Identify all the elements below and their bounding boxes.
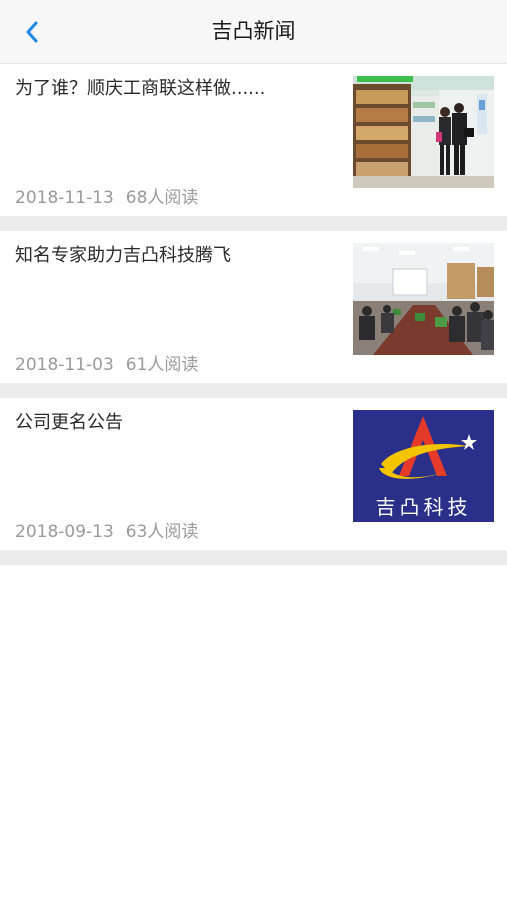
news-title: 为了谁？顺庆工商联这样做...... <box>15 78 266 99</box>
page-title: 吉凸新闻 <box>211 19 296 43</box>
list-separator <box>0 383 507 398</box>
logo-text: 吉凸科技 <box>376 495 472 519</box>
news-meta: 2018-09-13 63人阅读 <box>15 517 198 542</box>
news-thumbnail: 吉凸科技 <box>353 410 494 522</box>
bookstore-visit-photo <box>353 76 494 188</box>
news-item[interactable]: 公司更名公告 2018-09-13 63人阅读 吉凸科技 <box>0 398 507 550</box>
news-date: 2018-09-13 <box>15 522 114 542</box>
company-logo: 吉凸科技 <box>353 410 494 522</box>
news-date: 2018-11-03 <box>15 355 114 375</box>
top-nav-bar: 吉凸新闻 <box>0 0 507 64</box>
news-title: 公司更名公告 <box>15 412 123 433</box>
list-separator <box>0 216 507 231</box>
conference-meeting-photo <box>353 243 494 355</box>
news-meta: 2018-11-13 68人阅读 <box>15 183 198 208</box>
list-separator <box>0 550 507 565</box>
news-thumbnail <box>353 243 494 355</box>
news-list: 为了谁？顺庆工商联这样做...... 2018-11-13 68人阅读 知名专家… <box>0 64 507 565</box>
news-thumbnail <box>353 76 494 188</box>
news-title: 知名专家助力吉凸科技腾飞 <box>15 245 231 266</box>
news-item[interactable]: 知名专家助力吉凸科技腾飞 2018-11-03 61人阅读 <box>0 231 507 383</box>
news-read-count: 63人阅读 <box>125 522 199 542</box>
news-date: 2018-11-13 <box>15 188 114 208</box>
news-read-count: 61人阅读 <box>125 355 199 375</box>
news-item[interactable]: 为了谁？顺庆工商联这样做...... 2018-11-13 68人阅读 <box>0 64 507 216</box>
news-read-count: 68人阅读 <box>125 188 199 208</box>
news-meta: 2018-11-03 61人阅读 <box>15 350 198 375</box>
